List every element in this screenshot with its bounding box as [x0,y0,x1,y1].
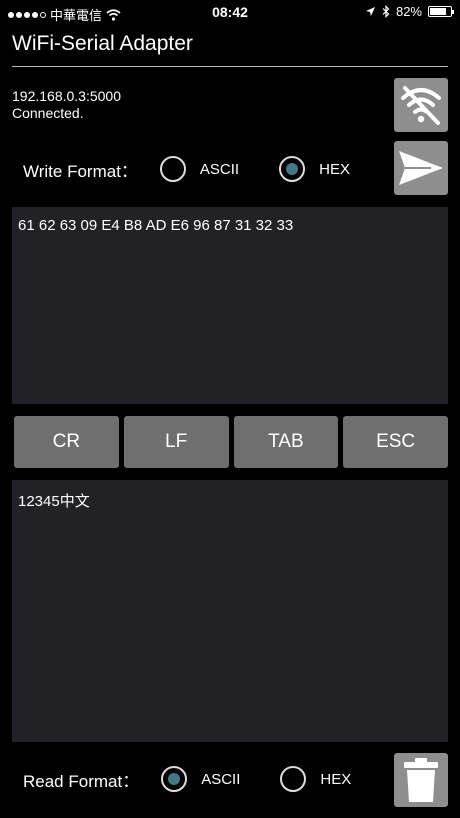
status-right: 82% [365,4,454,19]
bluetooth-icon [382,5,390,18]
send-button[interactable] [394,141,448,195]
read-format-ascii-label: ASCII [201,770,241,788]
esc-button[interactable]: ESC [343,416,448,468]
lf-button[interactable]: LF [123,416,229,468]
write-format-hex-radio[interactable] [279,156,306,182]
location-arrow-icon [365,7,375,16]
read-format-hex-radio[interactable] [280,766,307,792]
read-format-hex-label: HEX [320,770,352,788]
connection-address: 192.168.0.3:5000 [12,88,121,104]
battery-icon [428,6,454,17]
wifi-off-icon [401,86,441,125]
title-divider [12,66,448,67]
write-format-ascii-radio[interactable] [159,156,186,182]
read-format-ascii-option[interactable]: ASCII [161,766,240,792]
tab-button[interactable]: TAB [233,416,339,468]
battery-percent: 82% [395,4,422,19]
write-text-area[interactable]: 61 62 63 09 E4 B8 AD E6 96 87 31 32 33 [12,207,448,404]
cr-button[interactable]: CR [14,416,119,468]
write-format-ascii-option[interactable]: ASCII [159,156,240,182]
read-format-hex-option[interactable]: HEX [280,766,351,792]
read-text-area[interactable]: 12345中文 [12,480,448,742]
control-key-row: CR LF TAB ESC [14,416,448,468]
write-format-ascii-label: ASCII [199,160,240,178]
connection-info: 192.168.0.3:5000 Connected. [12,88,121,122]
app-title: WiFi-Serial Adapter [12,32,193,55]
status-bar: 中華電信 08:42 82% [0,0,460,26]
read-format-row: Read Format： ASCII HEX [23,766,351,792]
send-icon [399,151,443,185]
write-format-hex-label: HEX [319,160,350,178]
read-format-ascii-radio[interactable] [161,766,188,792]
write-format-hex-option[interactable]: HEX [279,156,350,182]
trash-icon [404,758,438,802]
battery-level [430,8,447,15]
clear-button[interactable] [394,753,448,807]
connection-status: Connected. [12,105,84,121]
write-format-row: Write Format： ASCII HEX [23,156,350,182]
read-format-label: Read Format： [23,771,140,791]
write-format-label: Write Format： [23,161,138,181]
disconnect-button[interactable] [394,78,448,132]
